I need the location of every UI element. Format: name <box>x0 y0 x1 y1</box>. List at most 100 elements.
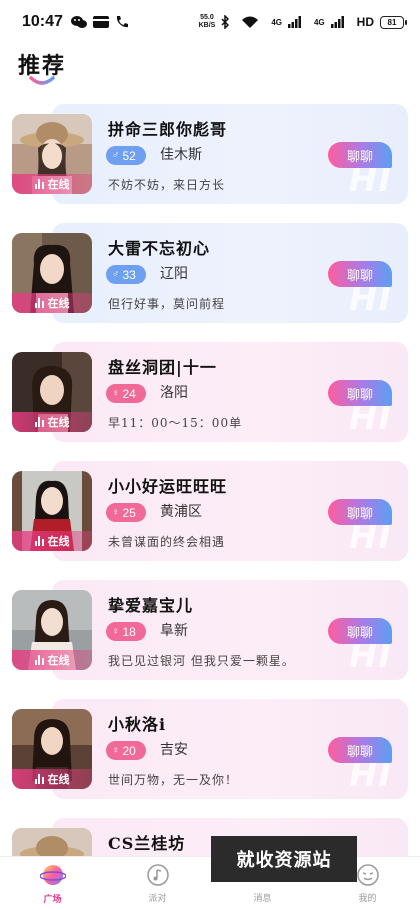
avatar[interactable]: 在线 <box>12 590 92 670</box>
user-name: 盘丝洞团|十一 <box>108 358 217 377</box>
online-tag: 在线 <box>12 531 92 551</box>
user-signature: 世间万物，无一及你！ <box>108 773 239 787</box>
user-name: CS兰桂坊 <box>108 834 186 853</box>
avatar[interactable]: 在线 <box>12 352 92 432</box>
nav-label: 广场 <box>43 895 62 905</box>
age-value: 52 <box>122 148 136 163</box>
age-value: 24 <box>122 386 136 401</box>
online-label: 在线 <box>47 535 70 548</box>
status-time: 10:47 <box>22 13 63 30</box>
nav-item-party[interactable]: 派对 <box>105 857 210 910</box>
age-badge: ♀ 18 <box>106 622 146 641</box>
age-badge: ♀ 20 <box>106 741 146 760</box>
user-name: 挚爱嘉宝儿 <box>108 596 194 615</box>
user-signature: 但行好事，莫问前程 <box>108 297 226 311</box>
title-underline-icon <box>29 76 55 85</box>
female-icon: ♀ <box>112 387 120 399</box>
user-name: 大雷不忘初心 <box>108 239 211 258</box>
female-icon: ♀ <box>112 744 120 756</box>
online-tag: 在线 <box>12 293 92 313</box>
user-city: 洛阳 <box>160 385 188 401</box>
music-note-icon <box>146 864 169 886</box>
user-signature: 不妨不妨，来日方长 <box>108 178 226 192</box>
chat-button[interactable]: 聊聊 <box>328 499 392 525</box>
status-right: 55.0 KB/S 4G 4G HD 81 <box>199 14 407 30</box>
online-tag: 在线 <box>12 650 92 670</box>
chat-button[interactable]: 聊聊 <box>328 737 392 763</box>
nav-label: 我的 <box>358 894 377 904</box>
age-value: 20 <box>122 743 136 758</box>
nav-label: 派对 <box>148 894 167 904</box>
avatar[interactable]: 在线 <box>12 233 92 313</box>
user-signature: 早11：00～15：00单 <box>108 416 243 430</box>
online-label: 在线 <box>47 773 70 786</box>
user-card[interactable]: HI 在线 盘丝洞团|十一 ♀ 24 洛阳 早11：00～15：00单 聊聊 <box>0 338 420 458</box>
age-value: 33 <box>122 267 136 282</box>
wifi-icon <box>241 16 259 29</box>
online-tag: 在线 <box>12 769 92 789</box>
bars-icon <box>34 536 44 546</box>
chat-button[interactable]: 聊聊 <box>328 142 392 168</box>
net-speed: 55.0 KB/S <box>199 14 216 30</box>
user-city: 佳木斯 <box>160 147 202 163</box>
chat-button[interactable]: 聊聊 <box>328 380 392 406</box>
age-badge: ♂ 52 <box>106 146 146 165</box>
avatar[interactable]: 在线 <box>12 114 92 194</box>
signal-label-1: 4G <box>271 17 282 27</box>
battery-icon: 81 <box>380 15 407 29</box>
male-icon: ♂ <box>112 268 120 280</box>
chat-button[interactable]: 聊聊 <box>328 261 392 287</box>
bars-icon <box>34 774 44 784</box>
profile-face-icon <box>356 864 379 886</box>
user-city: 黄浦区 <box>160 504 202 520</box>
signal-label-2: 4G <box>313 17 325 27</box>
bars-icon <box>34 179 44 189</box>
nav-item-square[interactable]: 广场 <box>0 857 105 910</box>
avatar[interactable]: 在线 <box>12 709 92 789</box>
app-screen: 10:47 55.0 KB/S 4G 4G HD 81 推荐 HI 在线 拼命三… <box>0 0 420 910</box>
user-city: 吉安 <box>160 742 188 758</box>
user-card[interactable]: HI 在线 挚爱嘉宝儿 ♀ 18 阜新 我已见过银河 但我只爱一颗星。 聊聊 <box>0 576 420 696</box>
user-signature: 我已见过银河 但我只爱一颗星。 <box>108 654 295 668</box>
bars-icon <box>34 417 44 427</box>
chat-button[interactable]: 聊聊 <box>328 618 392 644</box>
age-badge: ♀ 25 <box>106 503 146 522</box>
user-card[interactable]: HI 在线 小秋洛i ♀ 20 吉安 世间万物，无一及你！ 聊聊 <box>0 695 420 815</box>
online-tag: 在线 <box>12 412 92 432</box>
user-city: 辽阳 <box>160 266 188 282</box>
phone-call-icon <box>115 15 129 29</box>
status-bar: 10:47 55.0 KB/S 4G 4G HD 81 <box>0 0 420 44</box>
female-icon: ♀ <box>112 625 120 637</box>
net-speed-unit: KB/S <box>198 22 216 29</box>
online-label: 在线 <box>47 297 70 310</box>
online-label: 在线 <box>47 416 70 429</box>
user-signature: 未曾谋面的终会相遇 <box>108 535 226 549</box>
hd-label: HD <box>356 15 374 29</box>
online-label: 在线 <box>47 654 70 667</box>
online-label: 在线 <box>47 178 70 191</box>
male-icon: ♂ <box>112 149 120 161</box>
user-card[interactable]: HI 在线 拼命三郎你彪哥 ♂ 52 佳木斯 不妨不妨，来日方长 聊聊 <box>0 100 420 220</box>
age-value: 25 <box>122 505 136 520</box>
age-badge: ♂ 33 <box>106 265 146 284</box>
bottom-nav: 广场 派对 消息 我的 <box>0 856 420 910</box>
user-name: 小秋洛i <box>108 715 167 734</box>
user-city: 阜新 <box>160 623 188 639</box>
planet-icon <box>39 865 66 885</box>
user-card[interactable]: HI 在线 小小好运旺旺旺 ♀ 25 黄浦区 未曾谋面的终会相遇 聊聊 <box>0 457 420 577</box>
card-icon <box>92 16 109 28</box>
net-speed-value: 55.0 <box>200 14 214 21</box>
bluetooth-icon <box>221 15 230 29</box>
user-name: 拼命三郎你彪哥 <box>108 120 228 139</box>
avatar[interactable]: 在线 <box>12 471 92 551</box>
user-name: 小小好运旺旺旺 <box>108 477 228 496</box>
bars-icon <box>34 298 44 308</box>
wechat-icon <box>70 15 87 29</box>
user-card[interactable]: HI 在线 大雷不忘初心 ♂ 33 辽阳 但行好事，莫问前程 聊聊 <box>0 219 420 339</box>
age-badge: ♀ 24 <box>106 384 146 403</box>
age-value: 18 <box>122 624 136 639</box>
signal-icon <box>330 16 345 28</box>
signal-icon <box>287 16 302 28</box>
watermark-overlay: 就收资源站 <box>211 836 357 882</box>
online-tag: 在线 <box>12 174 92 194</box>
